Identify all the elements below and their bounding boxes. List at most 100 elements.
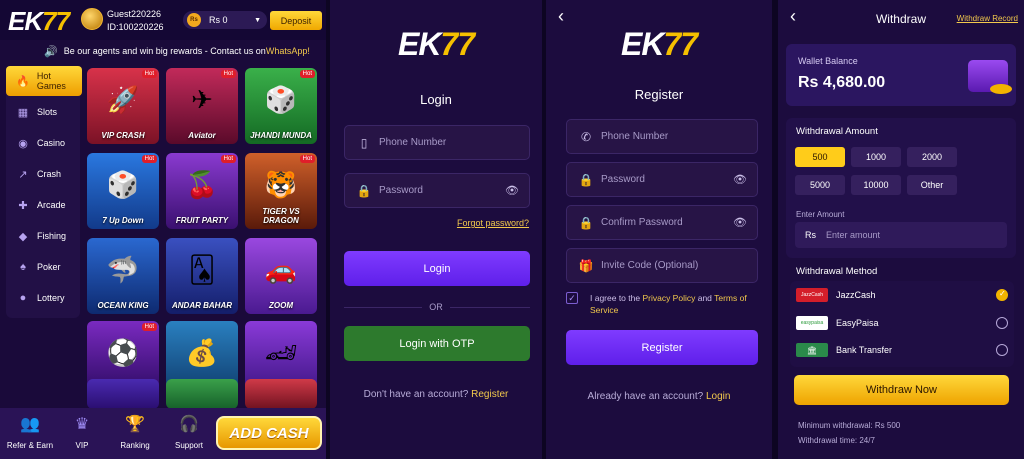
password-field[interactable]: 🔒 Password 👁 <box>566 162 758 197</box>
nav-refer-earn[interactable]: 👥 Refer & Earn <box>2 410 58 458</box>
login-screen: EK77 Login ▯ Phone Number 🔒 Password 👁 F… <box>330 0 542 459</box>
page-title: Register <box>634 87 684 102</box>
category-sidebar: 🔥 Hot Games ▦ Slots ◉ Casino ↗ Crash ✚ Arcade… <box>6 66 82 318</box>
game-tile-tiger-vs-dragon[interactable]: 🐯 Hot TIGER VS DRAGON <box>245 153 317 229</box>
whatsapp-link[interactable]: WhatsApp! <box>266 46 310 56</box>
login-otp-button[interactable]: Login with OTP <box>344 326 530 361</box>
hot-badge: Hot <box>141 70 157 78</box>
game-tile-7-up-down[interactable]: 🎲 Hot 7 Up Down <box>87 153 159 229</box>
terms-link[interactable]: Terms of <box>714 293 747 303</box>
car-icon: 🚗 <box>264 254 298 285</box>
airplane-icon: ✈ <box>191 84 213 115</box>
brand-logo: EK77 <box>8 6 70 36</box>
withdraw-record-link[interactable]: Withdraw Record <box>957 14 1018 23</box>
bank-icon: 🏛 <box>796 343 828 357</box>
radio-selected[interactable] <box>996 289 1008 301</box>
lock-icon: 🔒 <box>356 183 372 198</box>
cards-icon: ♠ <box>20 261 26 273</box>
game-title: ANDAR BAHAR <box>172 301 232 310</box>
privacy-link[interactable]: Privacy Policy <box>642 293 695 303</box>
register-button[interactable]: Register <box>566 330 758 365</box>
lobby-header: EK77 Guest220226 ID:100220226 Rs Rs 0 ▼ … <box>0 0 326 40</box>
game-tile-jhandi-munda[interactable]: 🎲 Hot JHANDI MUNDA <box>245 68 317 144</box>
fruit-icon: 🍒 <box>185 169 219 200</box>
amount-option-1000[interactable]: 1000 <box>851 147 901 167</box>
method-easypaisa[interactable]: easypaisa EasyPaisa <box>796 312 1016 334</box>
amount-input[interactable]: Rs Enter amount <box>795 222 1007 248</box>
login-link[interactable]: Login <box>706 391 730 402</box>
eye-icon[interactable]: 👁 <box>733 216 747 229</box>
balance-selector[interactable]: Rs Rs 0 ▼ <box>183 11 267 29</box>
game-tile-more-1[interactable] <box>87 379 159 409</box>
game-tile-aviator[interactable]: ✈ Hot Aviator <box>166 68 238 144</box>
sidebar-item-crash[interactable]: ↗ Crash <box>6 159 80 189</box>
radio-unselected[interactable] <box>996 344 1008 356</box>
avatar[interactable] <box>81 8 103 30</box>
nav-support[interactable]: 🎧 Support <box>161 410 217 458</box>
radio-unselected[interactable] <box>996 317 1008 329</box>
hot-badge: Hot <box>299 155 315 163</box>
method-bank-transfer[interactable]: 🏛 Bank Transfer <box>796 339 1016 361</box>
sidebar-item-slots[interactable]: ▦ Slots <box>6 97 80 127</box>
eye-icon[interactable]: 👁 <box>505 184 519 197</box>
game-tile-more-2[interactable] <box>166 379 238 409</box>
sidebar-item-fishing[interactable]: ◆ Fishing <box>6 221 80 251</box>
confirm-password-field[interactable]: 🔒 Confirm Password 👁 <box>566 205 758 240</box>
forgot-password-link[interactable]: Forgot password? <box>457 218 529 228</box>
phone-field[interactable]: ▯ Phone Number <box>344 125 530 160</box>
hot-badge: Hot <box>141 323 157 331</box>
register-link[interactable]: Register <box>471 389 508 400</box>
crown-icon: ♛ <box>74 416 90 433</box>
withdraw-screen: ‹ Withdraw Withdraw Record Wallet Balanc… <box>778 0 1024 459</box>
eye-icon[interactable]: 👁 <box>733 173 747 186</box>
agree-checkbox[interactable]: ✓ <box>566 292 578 304</box>
amount-option-2000[interactable]: 2000 <box>907 147 957 167</box>
add-cash-button[interactable]: ADD CASH <box>216 416 322 450</box>
game-tile-ocean-king[interactable]: 🦈 OCEAN KING <box>87 238 159 314</box>
withdrawal-amount-section: Withdrawal Amount 500 1000 2000 5000 100… <box>786 118 1016 258</box>
game-title: TIGER VS DRAGON <box>262 207 300 225</box>
game-tile-zoom[interactable]: 🚗 ZOOM <box>245 238 317 314</box>
method-jazzcash[interactable]: JazzCash JazzCash <box>796 284 1016 306</box>
nav-vip[interactable]: ♛ VIP <box>54 410 110 458</box>
game-title: OCEAN KING <box>97 301 149 310</box>
password-field[interactable]: 🔒 Password 👁 <box>344 173 530 208</box>
game-tile-andar-bahar[interactable]: 🂡 ANDAR BAHAR <box>166 238 238 314</box>
service-link[interactable]: Service <box>590 305 618 315</box>
tiger-icon: 🐯 <box>264 169 298 200</box>
login-button[interactable]: Login <box>344 251 530 286</box>
game-title: JHANDI MUNDA <box>250 131 312 140</box>
shark-icon: 🦈 <box>106 254 140 285</box>
invite-code-field[interactable]: 🎁 Invite Code (Optional) <box>566 248 758 283</box>
withdraw-now-button[interactable]: Withdraw Now <box>794 375 1009 405</box>
wallet-label: Wallet Balance <box>798 56 858 66</box>
football-icon: ⚽ <box>106 337 140 368</box>
amount-option-500[interactable]: 500 <box>795 147 845 167</box>
slots-icon: ▦ <box>17 106 29 119</box>
sidebar-item-casino[interactable]: ◉ Casino <box>6 128 80 158</box>
nav-ranking[interactable]: 🏆 Ranking <box>107 410 163 458</box>
amount-option-5000[interactable]: 5000 <box>795 175 845 195</box>
balance-value: Rs 0 <box>209 15 228 25</box>
sidebar-item-arcade[interactable]: ✚ Arcade <box>6 190 80 220</box>
game-tile-fruit-party[interactable]: 🍒 Hot FRUIT PARTY <box>166 153 238 229</box>
coins-icon <box>990 84 1012 94</box>
no-account-text: Don't have an account? Register <box>363 389 509 400</box>
deposit-button[interactable]: Deposit <box>270 11 322 30</box>
back-icon[interactable]: ‹ <box>558 6 564 27</box>
sidebar-item-lottery[interactable]: ● Lottery <box>6 283 80 313</box>
trophy-icon: 🏆 <box>125 416 145 433</box>
brand-logo: EK77 <box>620 26 698 62</box>
sidebar-item-hot-games[interactable]: 🔥 Hot Games <box>6 66 82 96</box>
brand-logo: EK77 <box>397 26 475 62</box>
enter-amount-label: Enter Amount <box>796 210 845 219</box>
amount-option-other[interactable]: Other <box>907 175 957 195</box>
phone-field[interactable]: ✆ Phone Number <box>566 119 758 154</box>
hot-badge: Hot <box>220 70 236 78</box>
sidebar-item-poker[interactable]: ♠ Poker <box>6 252 80 282</box>
game-title: 7 Up Down <box>102 216 144 225</box>
amount-option-10000[interactable]: 10000 <box>851 175 901 195</box>
game-tile-vip-crash[interactable]: 🚀 Hot VIP CRASH <box>87 68 159 144</box>
game-tile-more-3[interactable] <box>245 379 317 409</box>
lock-icon: 🔒 <box>578 172 594 187</box>
